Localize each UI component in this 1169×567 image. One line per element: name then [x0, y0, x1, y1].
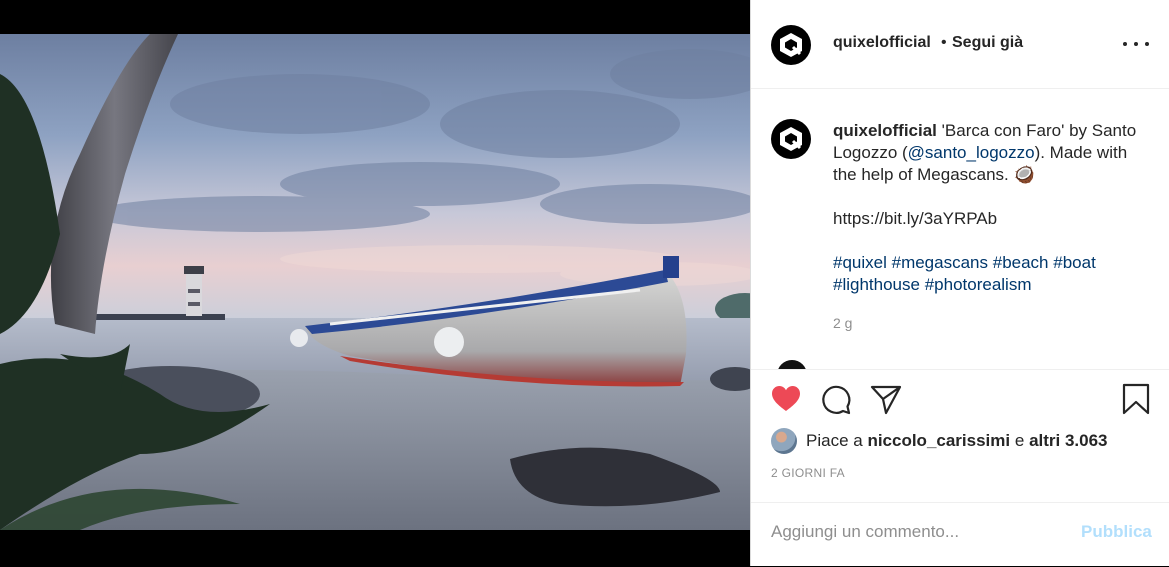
hashtag-link[interactable]: #boat [1053, 253, 1096, 272]
add-comment-form: Pubblica [751, 502, 1169, 567]
comment-input[interactable] [771, 520, 1061, 544]
more-options-icon[interactable] [1123, 36, 1149, 52]
follow-status-button[interactable]: Segui già [952, 34, 1023, 52]
quixel-logo-icon [780, 33, 802, 57]
caption-link[interactable]: https://bit.ly/3aYRPAb [833, 208, 1153, 230]
save-button[interactable] [1119, 382, 1153, 416]
likes-summary: Piace a niccolo_carissimi e altri 3.063 [771, 426, 1108, 456]
quixel-logo-icon [780, 127, 802, 151]
boat-photo-image [0, 34, 750, 530]
post-date[interactable]: 2 GIORNI FA [771, 466, 845, 480]
hashtag-link[interactable]: #photorealism [925, 275, 1032, 294]
comment-button[interactable] [819, 382, 853, 416]
caption-mention-link[interactable]: @santo_logozzo [908, 143, 1035, 162]
share-button[interactable] [869, 382, 903, 416]
caption-username-link[interactable]: quixelofficial [833, 121, 937, 140]
share-icon [870, 385, 902, 415]
comments-section: quixelofficial 'Barca con Faro' by Santo… [751, 89, 1169, 369]
hashtag-link[interactable]: #quixel [833, 253, 887, 272]
caption-time-ago[interactable]: 2 g [833, 315, 852, 331]
hashtag-link[interactable]: #beach [993, 253, 1049, 272]
next-comment-avatar[interactable] [777, 360, 807, 369]
post-media [0, 0, 750, 566]
post-side-panel: quixelofficial • Segui già quixelofficia… [750, 0, 1169, 566]
bookmark-icon [1122, 383, 1150, 415]
like-button[interactable] [769, 382, 803, 416]
liker-avatar[interactable] [771, 428, 797, 454]
heart-filled-icon [772, 386, 800, 411]
publish-button[interactable]: Pubblica [1081, 522, 1152, 542]
coconut-emoji: 🥥 [1013, 165, 1035, 184]
likes-conjunction: e [1014, 431, 1025, 450]
actions-divider [751, 369, 1169, 371]
header-username-link[interactable]: quixelofficial [833, 34, 931, 52]
post-photo[interactable] [0, 34, 750, 530]
post-caption: quixelofficial 'Barca con Faro' by Santo… [833, 120, 1153, 296]
header-separator: • [941, 34, 947, 51]
comment-icon [822, 385, 851, 415]
likes-others-button[interactable]: altri 3.063 [1029, 431, 1107, 451]
post-header: quixelofficial • Segui già [751, 0, 1169, 89]
liker-username-link[interactable]: niccolo_carissimi [867, 431, 1010, 451]
hashtag-link[interactable]: #megascans [892, 253, 988, 272]
profile-avatar[interactable] [771, 25, 811, 65]
hashtag-link[interactable]: #lighthouse [833, 275, 920, 294]
likes-prefix: Piace a [806, 431, 863, 450]
caption-avatar[interactable] [771, 119, 811, 159]
